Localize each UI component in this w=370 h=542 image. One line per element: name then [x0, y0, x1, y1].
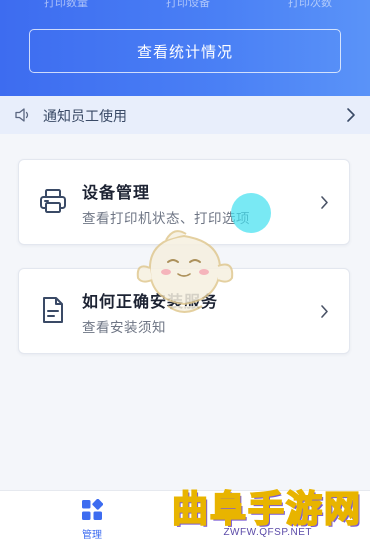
stats-row: 打印数量 打印设备 打印次数: [0, 0, 370, 10]
chevron-right-icon: [321, 305, 328, 318]
stat-label: 打印数量: [44, 0, 88, 9]
touch-indicator: [231, 193, 271, 233]
watermark-brand: 曲阜手游网: [171, 488, 362, 531]
watermark-url: ZWFW.QFSP.NET: [223, 527, 312, 538]
printer-icon: [40, 189, 66, 213]
notify-employees-label: 通知员工使用: [43, 109, 127, 125]
mascot-watermark: [136, 230, 234, 313]
chevron-right-icon: [321, 196, 328, 209]
header-banner: 打印数量 打印设备 打印次数 查看统计情况: [0, 0, 370, 96]
stat-label: 打印设备: [166, 0, 210, 9]
document-icon: [43, 297, 63, 323]
site-watermark: 曲阜手游网 ZWFW.QFSP.NET: [160, 480, 370, 542]
speaker-icon: [15, 108, 29, 122]
nav-item-manage[interactable]: 管理: [62, 491, 122, 542]
stat-label: 打印次数: [288, 0, 332, 9]
grid-icon: [82, 499, 103, 520]
card-title: 设备管理: [82, 183, 151, 202]
notify-employees-bar[interactable]: 通知员工使用: [0, 96, 370, 134]
nav-label: 管理: [82, 530, 102, 541]
chevron-right-icon: [347, 108, 355, 122]
view-stats-button[interactable]: 查看统计情况: [29, 29, 341, 73]
